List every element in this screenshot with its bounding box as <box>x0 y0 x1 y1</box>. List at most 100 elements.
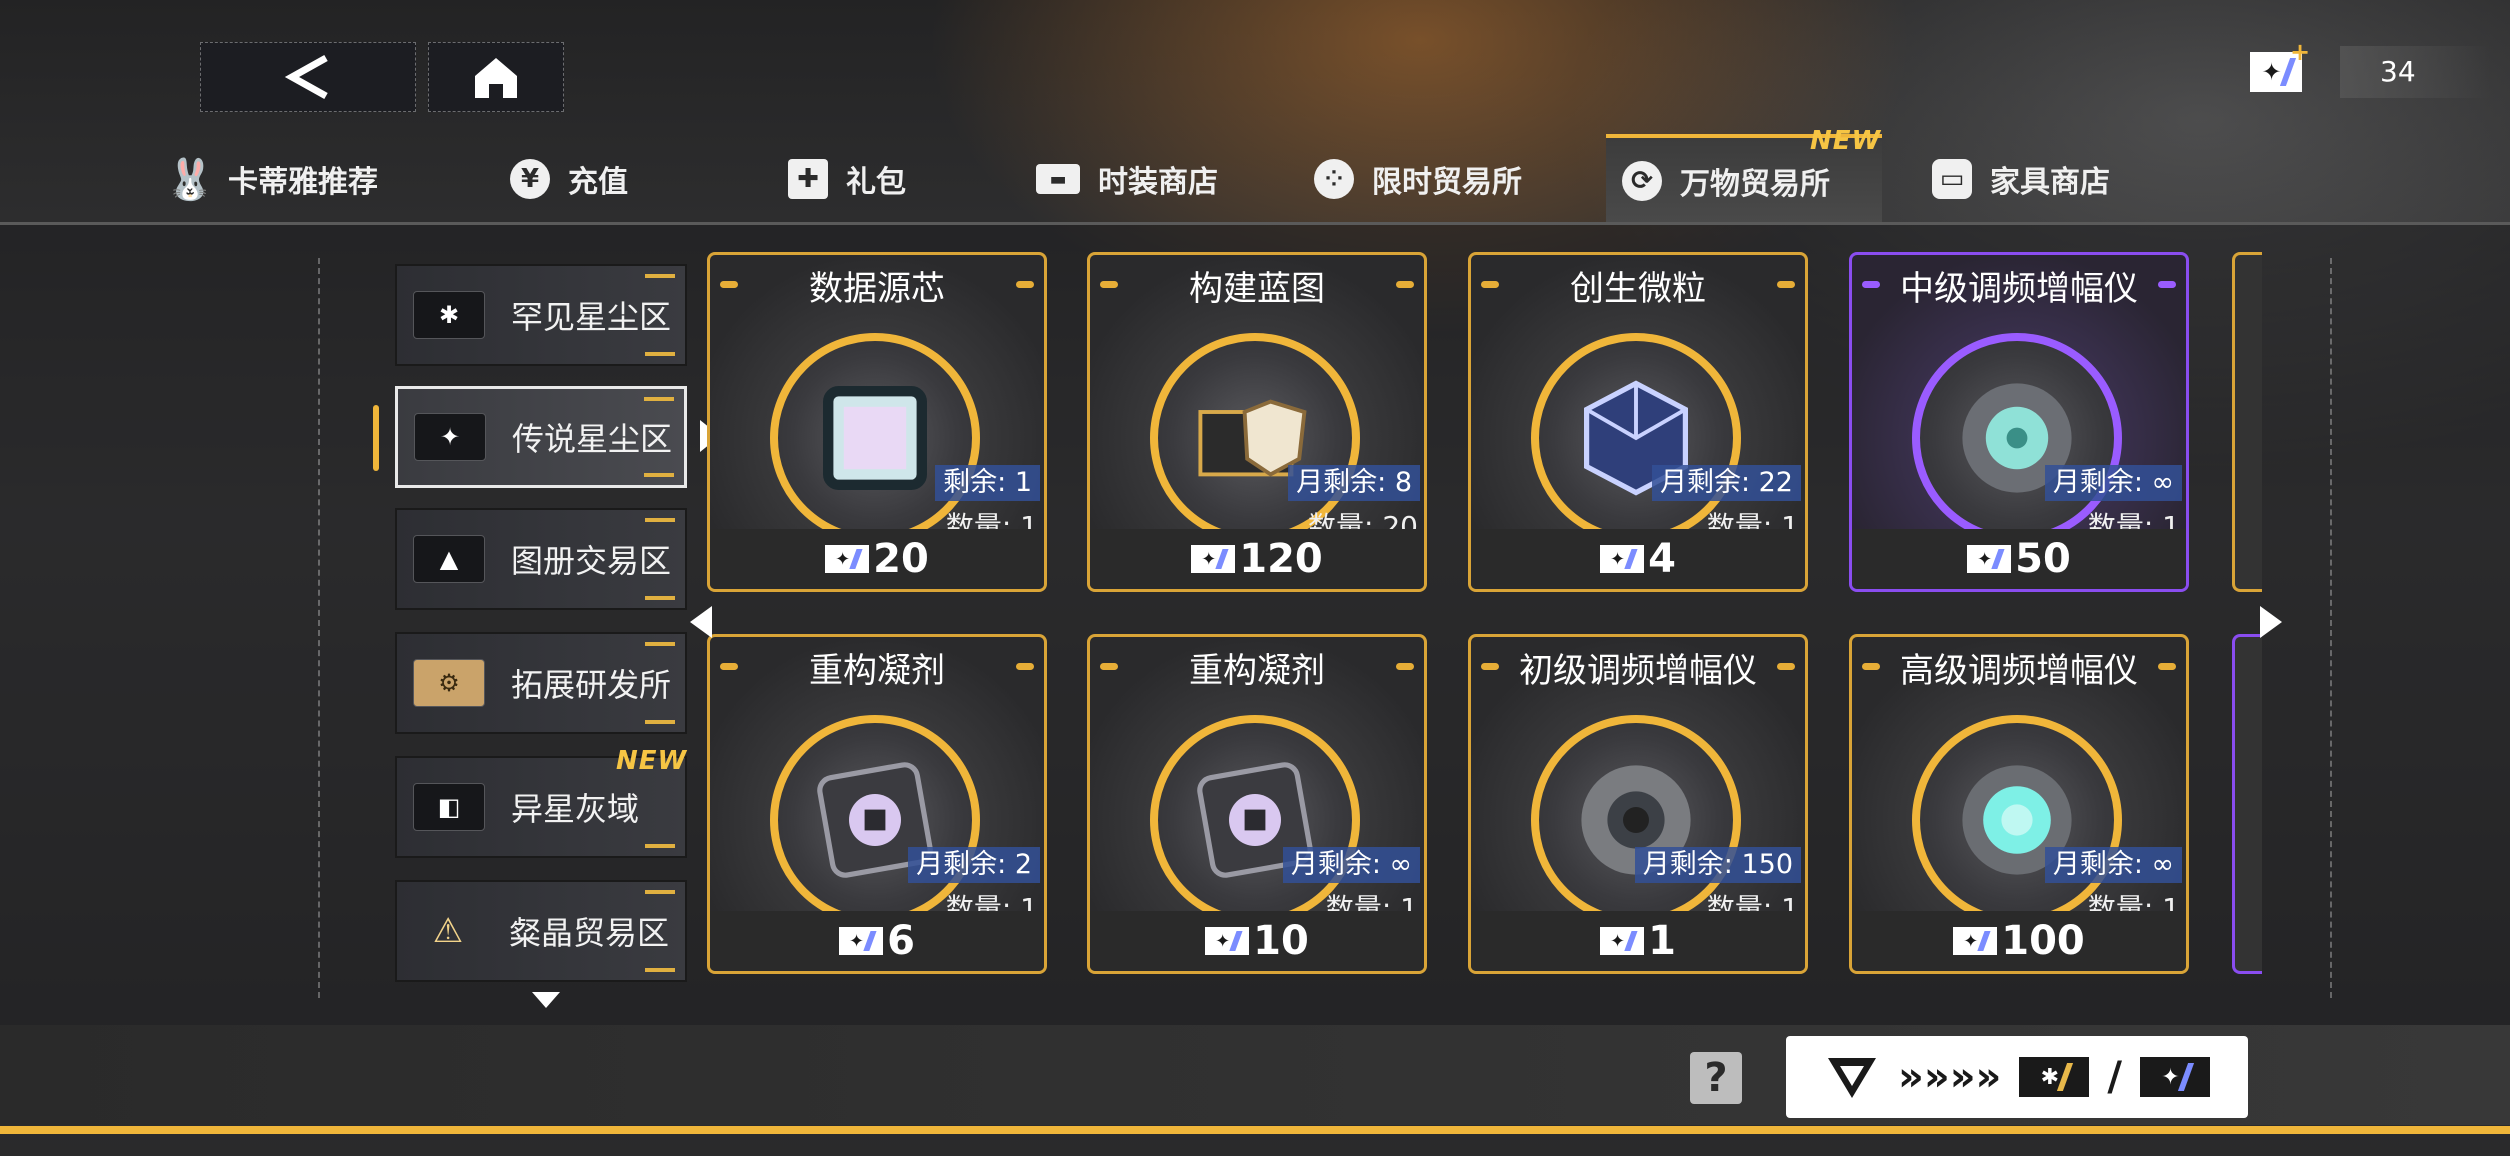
item-price: ✦ 1 <box>1471 911 1805 971</box>
price-value: 10 <box>1253 918 1309 964</box>
legend-stardust-icon: ✦ <box>1967 545 2012 573</box>
tab-label: 充值 <box>568 165 628 200</box>
active-indicator <box>373 405 379 471</box>
price-value: 100 <box>2001 918 2085 964</box>
home-icon <box>475 58 517 98</box>
item-title: 重构凝剂 <box>1189 651 1325 691</box>
price-value: 6 <box>887 918 915 964</box>
tab-label: 卡蒂雅推荐 <box>228 165 378 200</box>
corner-mark <box>645 518 675 522</box>
currency-display: ✦ + 34 <box>2250 38 2490 98</box>
sidebar-item-label: 图册交易区 <box>511 542 672 580</box>
scroll-down-icon[interactable] <box>532 992 560 1008</box>
help-button[interactable]: ? <box>1690 1052 1742 1104</box>
corner-mark <box>645 720 675 724</box>
tab-label: 时装商店 <box>1098 165 1218 200</box>
shop-item-card[interactable]: 高级调频增幅仪 月剩余: ∞ 数量: 1 ✦ 100 <box>1849 634 2189 974</box>
home-button[interactable] <box>428 42 564 112</box>
corner-mark <box>645 274 675 278</box>
shop-item-card[interactable]: 重构凝剂 月剩余: ∞ 数量: 1 ✦ 10 <box>1087 634 1427 974</box>
legend-stardust-icon: ✦ <box>839 927 884 955</box>
sidebar-item-rare-stardust[interactable]: ✱ 罕见星尘区 <box>395 264 687 366</box>
tab-limited-trade[interactable]: ⁘ 限时贸易所 <box>1314 134 1522 224</box>
price-value: 1 <box>1648 918 1676 964</box>
shop-item-card[interactable]: 数据源芯 剩余: 1 数量: 1 ✦ 20 <box>707 252 1047 592</box>
item-remaining: 月剩余: 150 <box>1634 847 1801 883</box>
tab-label: 万物贸易所 <box>1680 167 1830 202</box>
legend-stardust-icon: ✦ <box>414 413 486 461</box>
scroll-left-icon[interactable] <box>690 606 712 638</box>
exchange-slash: / <box>2107 1054 2122 1100</box>
rare-stardust-icon: ✱ <box>413 291 485 339</box>
grid-icon: ⁘ <box>1314 159 1354 199</box>
tab-recharge[interactable]: ¥ 充值 <box>510 134 628 224</box>
tab-fashion-shop[interactable]: ▬ 时装商店 <box>1036 134 1218 224</box>
item-title: 构建蓝图 <box>1189 269 1325 309</box>
price-value: 120 <box>1239 536 1323 582</box>
new-badge: NEW <box>616 746 688 776</box>
item-price: ✦ 20 <box>710 529 1044 589</box>
tab-katia-recommend[interactable]: 🐰 卡蒂雅推荐 <box>165 134 378 224</box>
rare-stardust-icon: ✱ <box>2019 1057 2090 1097</box>
triangle-icon: ⚠ <box>432 911 464 951</box>
sidebar-item-label: 传说星尘区 <box>512 420 673 458</box>
shop-item-card[interactable]: 构建蓝图 月剩余: 8 数量: 20 ✦ 120 <box>1087 252 1427 592</box>
price-value: 4 <box>1648 536 1676 582</box>
shop-item-card[interactable]: 创生微粒 月剩余: 22 数量: 1 ✦ 4 <box>1468 252 1808 592</box>
back-button[interactable] <box>200 42 416 112</box>
item-price: ✦ 6 <box>710 911 1044 971</box>
legend-stardust-icon: ✦ <box>825 545 870 573</box>
item-remaining: 剩余: 1 <box>935 465 1040 501</box>
sidebar-item-label: 粲晶贸易区 <box>509 914 670 952</box>
legend-stardust-icon: ✦ <box>1205 927 1250 955</box>
legend-stardust-icon: ✦ <box>2139 1057 2210 1097</box>
item-title: 创生微粒 <box>1570 269 1706 309</box>
item-remaining: 月剩余: 22 <box>1651 465 1801 501</box>
shop-item-card[interactable]: 中级调频增幅仪 月剩余: ∞ 数量: 1 ✦ 50 <box>1849 252 2189 592</box>
legend-stardust-icon: ✦ <box>1600 545 1645 573</box>
sidebar-item-legend-stardust[interactable]: ✦ 传说星尘区 <box>395 386 687 488</box>
corner-mark <box>645 844 675 848</box>
shop-item-card[interactable]: 初级调频增幅仪 月剩余: 150 数量: 1 ✦ 1 <box>1468 634 1808 974</box>
item-remaining: 月剩余: 8 <box>1288 465 1420 501</box>
item-title: 中级调频增幅仪 <box>1900 269 2138 309</box>
exchange-button[interactable]: »»»» ✱ / ✦ <box>1786 1036 2248 1118</box>
item-price: ✦ 120 <box>1090 529 1424 589</box>
tab-label: 礼包 <box>846 165 906 200</box>
item-price: ✦ 100 <box>1852 911 2186 971</box>
price-value: 20 <box>873 536 929 582</box>
right-ruler <box>2330 258 2338 998</box>
item-title: 高级调频增幅仪 <box>1900 651 2138 691</box>
tab-gift-pack[interactable]: ✚ 礼包 <box>788 134 906 224</box>
add-currency-icon[interactable]: + <box>2290 38 2310 66</box>
sidebar-item-album-trade[interactable]: ▲ 图册交易区 <box>395 508 687 610</box>
faction-logo-icon <box>1828 1058 1877 1098</box>
sidebar-item-crystal-trade[interactable]: ⚠ 粲晶贸易区 <box>395 880 687 982</box>
scroll-right-icon[interactable] <box>2260 606 2282 638</box>
partial-card[interactable] <box>2232 252 2262 592</box>
item-price: ✦ 50 <box>1852 529 2186 589</box>
item-price: ✦ 10 <box>1090 911 1424 971</box>
item-remaining: 月剩余: ∞ <box>1282 847 1420 883</box>
card-icon: ▬ <box>1036 164 1080 194</box>
item-remaining: 月剩余: 2 <box>908 847 1040 883</box>
corner-mark <box>644 397 674 401</box>
shop-item-card[interactable]: 重构凝剂 月剩余: 2 数量: 1 ✦ 6 <box>707 634 1047 974</box>
refresh-icon: ⟳ <box>1622 161 1662 201</box>
sidebar-item-label: 拓展研发所 <box>511 666 672 704</box>
new-badge: NEW <box>1810 126 1882 156</box>
alien-icon: ◧ <box>413 783 485 831</box>
corner-mark <box>645 596 675 600</box>
item-title: 数据源芯 <box>809 269 945 309</box>
album-icon: ▲ <box>413 535 485 583</box>
item-title: 重构凝剂 <box>809 651 945 691</box>
exchange-arrows: »»»» <box>1898 1054 2002 1100</box>
tab-furniture-shop[interactable]: ▭ 家具商店 <box>1932 134 2110 224</box>
partial-card[interactable] <box>2232 634 2262 974</box>
legend-stardust-icon: ✦ <box>1191 545 1236 573</box>
sidebar-item-expansion-rd[interactable]: ⚙ 拓展研发所 <box>395 632 687 734</box>
left-ruler <box>318 258 326 998</box>
legend-stardust-icon: ✦ <box>1953 927 1998 955</box>
item-remaining: 月剩余: ∞ <box>2044 465 2182 501</box>
tab-bar: 🐰 卡蒂雅推荐 ¥ 充值 ✚ 礼包 ▬ 时装商店 ⁘ 限时贸易所 ⟳ 万物贸易所… <box>0 126 2510 224</box>
